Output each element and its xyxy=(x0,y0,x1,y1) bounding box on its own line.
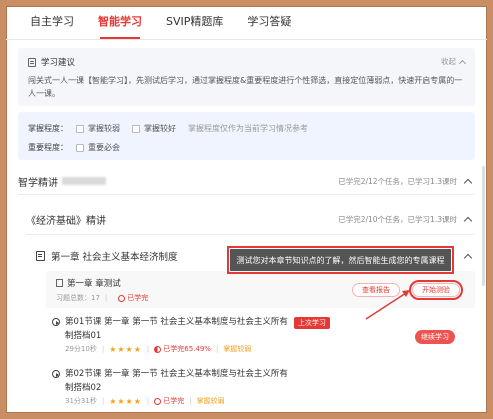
mastery-note: 掌握程度仅作为当前学习情况参考 xyxy=(188,124,308,133)
suggestion-text: 闯关式一人一课【智能学习】，先测试后学习，通过掌握程度&重要程度进行个性筛选，直… xyxy=(28,76,463,98)
mastery-weak-checkbox[interactable]: 掌握较弱 xyxy=(76,123,120,134)
divider: | xyxy=(146,397,150,405)
collapse-button[interactable]: 收起 xyxy=(441,56,467,67)
scrollbar[interactable] xyxy=(482,166,485,286)
lesson-title: 第02节课 第一章 第一节 社会主义基本制度与社会主义所有 xyxy=(65,369,288,379)
checkbox-box xyxy=(76,124,84,133)
checkbox-box xyxy=(132,124,140,133)
mastery-badge: 掌握较弱 xyxy=(196,397,225,405)
progress-status: 已学完 xyxy=(154,396,184,406)
tab-svip-question-bank[interactable]: SVIP精题库 xyxy=(154,6,235,39)
collapse-label: 收起 xyxy=(441,57,456,66)
play-icon xyxy=(52,370,60,378)
divider: | xyxy=(101,345,105,353)
mastery-label: 掌握程度： xyxy=(28,124,68,133)
tab-bar: 自主学习 智能学习 SVIP精题库 学习答疑 xyxy=(6,6,487,40)
progress-status: 已学完65.49% xyxy=(154,344,211,354)
start-test-button[interactable]: 开始测验 xyxy=(409,280,463,300)
divider: | xyxy=(146,345,150,353)
status-icon xyxy=(118,294,126,302)
mastery-good-checkbox[interactable]: 掌握较好 xyxy=(132,123,176,134)
star-rating: ★★★★ xyxy=(109,396,142,406)
chapter-title: 第一章 社会主义基本经济制度 xyxy=(51,252,178,263)
tab-smart-study[interactable]: 智能学习 xyxy=(86,6,154,39)
app-frame: 自主学习 智能学习 SVIP精题库 学习答疑 学习建议 收起 闯关式一人一课【智… xyxy=(6,6,487,413)
divider: | xyxy=(101,397,105,405)
chevron-up-icon[interactable] xyxy=(463,253,473,262)
mastery-filter-row: 掌握程度： 掌握较弱 掌握较好 掌握程度仅作为当前学习情况参考 xyxy=(28,121,465,136)
progress-icon xyxy=(154,345,162,353)
lesson-duration: 29分10秒 xyxy=(65,345,97,353)
last-study-badge: 上次学习 xyxy=(293,317,330,329)
checkbox-label: 掌握较弱 xyxy=(88,124,120,133)
tab-study-qa[interactable]: 学习答疑 xyxy=(235,6,303,39)
lesson-item[interactable]: 第02节课 第一章 第一节 社会主义基本制度与社会主义所有 制搭档02 31分3… xyxy=(52,367,472,406)
chapter-icon xyxy=(36,251,45,261)
tab-self-study[interactable]: 自主学习 xyxy=(18,6,86,39)
question-count: 习题总数：17 xyxy=(56,294,100,302)
chevron-up-icon[interactable] xyxy=(463,178,473,187)
section-title: 智学精讲 xyxy=(18,177,58,189)
checkbox-label: 重要必会 xyxy=(88,143,120,152)
importance-filter-row: 重要程度： 重要必会 xyxy=(28,140,465,155)
document-icon xyxy=(56,279,63,287)
section-title: 《经济基础》精讲 xyxy=(26,216,106,227)
checkbox-box xyxy=(76,143,84,152)
lesson-duration: 31分31秒 xyxy=(65,397,97,405)
view-report-button[interactable]: 查看报告 xyxy=(352,283,400,297)
divider: | xyxy=(215,345,219,353)
star-rating: ★★★★ xyxy=(109,344,142,354)
test-title: 第一章 章测试 xyxy=(67,279,121,289)
chapter-test-card: 第一章 章测试 习题总数：17 | 已学完 查看报告 开始测验 xyxy=(46,271,475,308)
section-stat: 已学完2/10个任务，已学习1.3课时 xyxy=(338,215,457,224)
divider: | xyxy=(189,397,192,405)
document-icon xyxy=(28,57,36,67)
filter-panel: 掌握程度： 掌握较弱 掌握较好 掌握程度仅作为当前学习情况参考 重要程度： 重要… xyxy=(18,112,475,160)
suggestion-title: 学习建议 xyxy=(41,58,76,68)
status-icon xyxy=(154,397,162,405)
lesson-title: 第01节课 第一章 第一节 社会主义基本制度与社会主义所有 xyxy=(65,317,288,327)
progress-text: 已学完 xyxy=(163,397,185,405)
section-economics-lecture[interactable]: 《经济基础》精讲 已学完2/10个任务，已学习1.3课时 xyxy=(26,205,475,235)
main-content: 学习建议 收起 闯关式一人一课【智能学习】，先测试后学习，通过掌握程度&重要程度… xyxy=(18,48,475,269)
mastery-badge: 掌握较弱 xyxy=(223,345,252,353)
chevron-up-icon[interactable] xyxy=(463,216,473,226)
play-icon xyxy=(52,318,60,326)
importance-must-checkbox[interactable]: 重要必会 xyxy=(76,142,120,153)
blurred-text xyxy=(62,177,106,185)
section-stat: 已学完2/12个任务，已学习1.3课时 xyxy=(338,176,457,186)
lesson-item[interactable]: 第01节课 第一章 第一节 社会主义基本制度与社会主义所有 上次学习 制搭档01… xyxy=(52,315,472,354)
tooltip: 测试您对本章节知识点的了解，然后智能生成您的专属课程 xyxy=(227,246,454,274)
lesson-subtitle: 制搭档02 xyxy=(65,383,102,393)
status-badge: 已学完 xyxy=(118,293,148,303)
lesson-subtitle: 制搭档01 xyxy=(65,331,102,341)
section-smart-lecture[interactable]: 智学精讲 已学完2/12个任务，已学习1.3课时 xyxy=(18,168,475,195)
checkbox-label: 掌握较好 xyxy=(144,124,176,133)
suggestion-panel: 学习建议 收起 闯关式一人一课【智能学习】，先测试后学习，通过掌握程度&重要程度… xyxy=(18,48,475,106)
chevron-up-icon xyxy=(458,59,467,67)
divider: | xyxy=(104,294,108,302)
continue-study-button[interactable]: 继续学习 xyxy=(415,330,455,344)
progress-text: 已学完65.49% xyxy=(163,345,211,353)
importance-label: 重要程度： xyxy=(28,143,68,152)
status-text: 已学完 xyxy=(127,294,149,302)
